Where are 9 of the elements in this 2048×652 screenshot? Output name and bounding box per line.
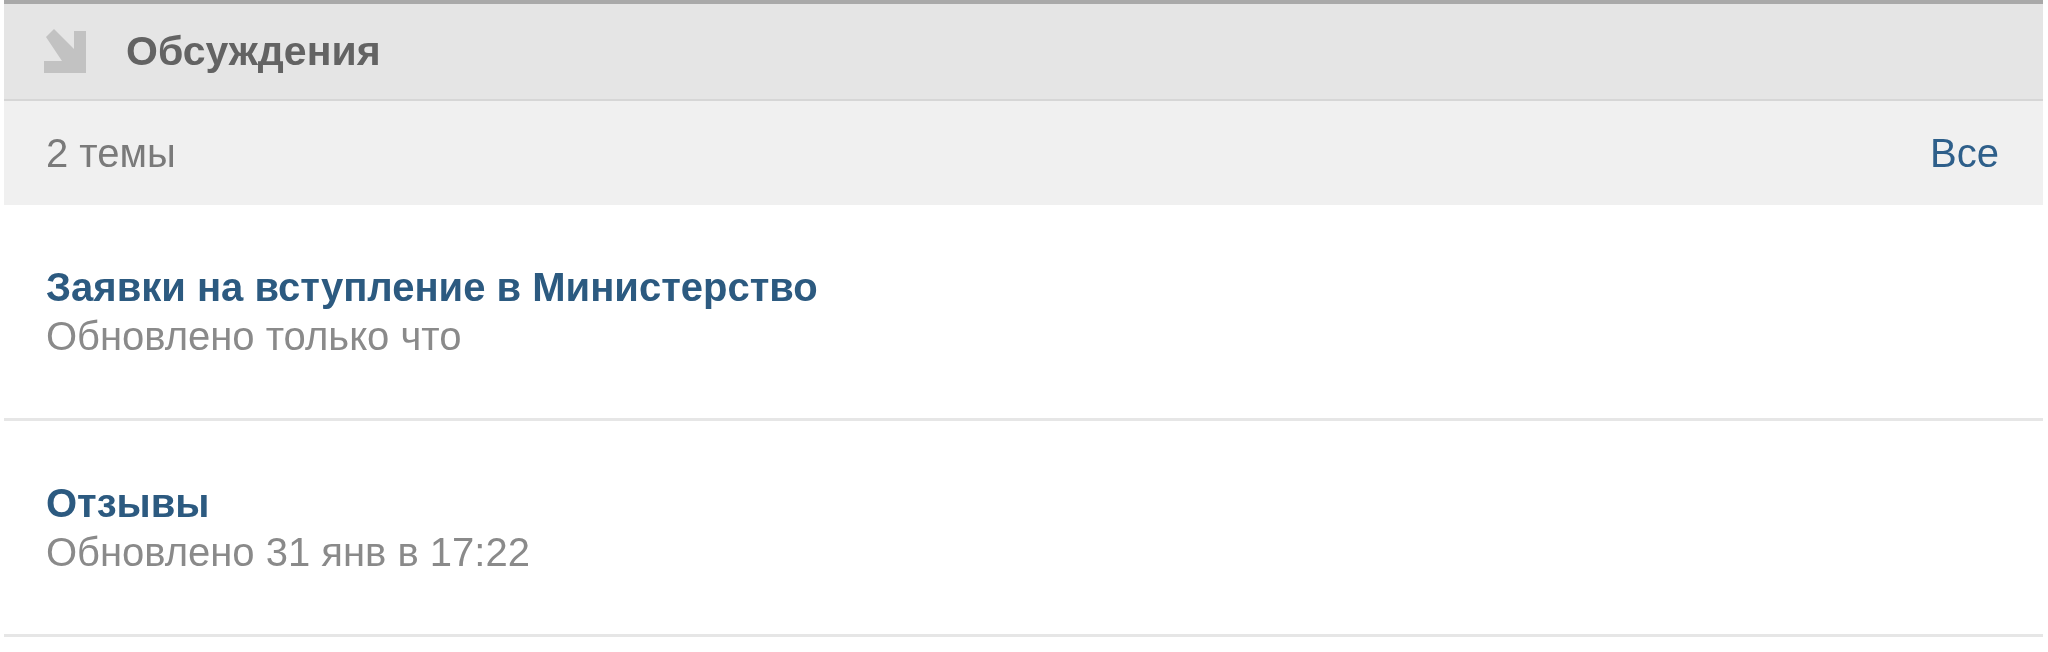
- section-title: Обсуждения: [126, 28, 381, 75]
- topic-updated: Обновлено только что: [46, 313, 462, 358]
- topic-row[interactable]: Отзывы Обновлено 31 янв в 17:22: [4, 421, 2043, 637]
- topic-title[interactable]: Заявки на вступление в Министерство: [46, 264, 818, 309]
- all-link[interactable]: Все: [1930, 130, 1999, 176]
- topic-title[interactable]: Отзывы: [46, 480, 210, 525]
- topic-row[interactable]: Заявки на вступление в Министерство Обновлено только что: [4, 205, 2043, 421]
- topic-count: 2 темы: [46, 130, 176, 176]
- topic-updated: Обновлено 31 янв в 17:22: [46, 529, 530, 574]
